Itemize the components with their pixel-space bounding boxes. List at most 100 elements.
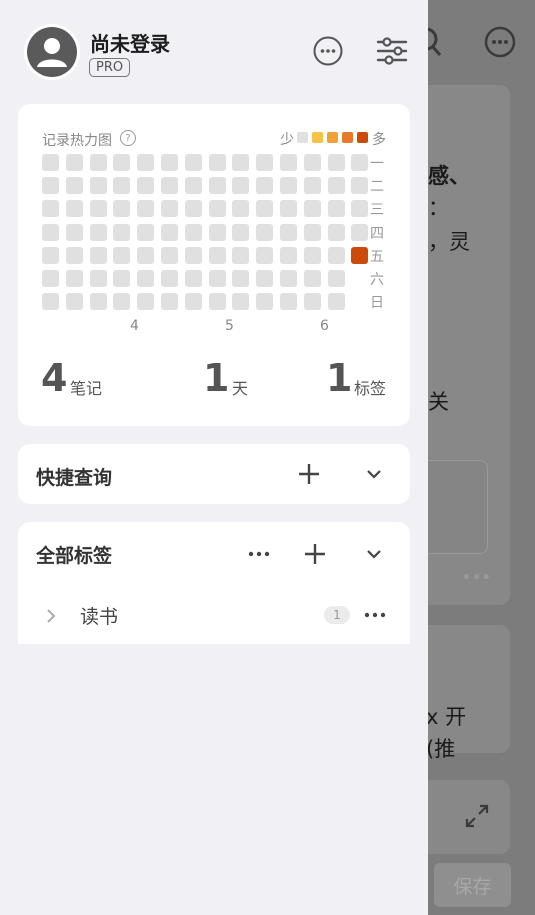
heatmap-cell[interactable] (184, 246, 202, 264)
heatmap-cell[interactable] (184, 200, 202, 218)
heatmap-cell[interactable] (137, 293, 155, 311)
heatmap-cell[interactable] (208, 293, 226, 311)
heatmap-cell[interactable] (232, 270, 250, 287)
expand-icon[interactable] (464, 803, 490, 829)
heatmap-cell[interactable] (184, 293, 202, 311)
heatmap-cell[interactable] (208, 177, 226, 195)
heatmap-cell[interactable] (184, 154, 202, 171)
heatmap-cell[interactable] (256, 177, 274, 195)
heatmap-cell[interactable] (327, 177, 345, 195)
heatmap-cell[interactable] (184, 223, 202, 241)
heatmap-cell[interactable] (113, 270, 131, 287)
heatmap-cell[interactable] (208, 154, 226, 171)
heatmap-cell[interactable] (256, 270, 274, 287)
heatmap-cell[interactable] (256, 246, 274, 264)
heatmap-cell[interactable] (113, 200, 131, 218)
heatmap-cell[interactable] (327, 293, 345, 311)
heatmap-cell[interactable] (113, 246, 131, 264)
heatmap-cell[interactable] (89, 270, 107, 287)
heatmap-cell[interactable] (65, 293, 83, 311)
heatmap-cell[interactable] (161, 246, 178, 264)
heatmap-cell[interactable] (351, 246, 369, 264)
heatmap-cell[interactable] (256, 293, 274, 311)
heatmap-cell[interactable] (232, 200, 250, 218)
heatmap-cell[interactable] (256, 200, 274, 218)
heatmap-cell[interactable] (232, 246, 250, 264)
heatmap-cell[interactable] (327, 200, 345, 218)
heatmap-cell[interactable] (184, 270, 202, 287)
add-icon[interactable] (303, 542, 327, 566)
chevron-right-icon[interactable] (46, 608, 56, 624)
heatmap-cell[interactable] (351, 200, 369, 218)
heatmap-cell[interactable] (327, 223, 345, 241)
heatmap-cell[interactable] (161, 200, 178, 218)
heatmap-cell[interactable] (65, 200, 83, 218)
heatmap-cell[interactable] (280, 270, 297, 287)
heatmap-cell[interactable] (161, 223, 178, 241)
heatmap-cell[interactable] (327, 154, 345, 171)
heatmap-cell[interactable] (351, 154, 369, 171)
heatmap-cell[interactable] (89, 293, 107, 311)
save-button[interactable]: 保存 (434, 863, 511, 907)
heatmap-cell[interactable] (42, 200, 59, 218)
heatmap-cell[interactable] (280, 200, 297, 218)
chevron-down-icon[interactable] (366, 548, 382, 560)
heatmap-cell[interactable] (161, 177, 178, 195)
heatmap-cell[interactable] (137, 270, 155, 287)
help-icon[interactable]: ? (120, 130, 136, 146)
heatmap-cell[interactable] (137, 154, 155, 171)
heatmap-cell[interactable] (208, 200, 226, 218)
heatmap-cell[interactable] (280, 177, 297, 195)
heatmap-cell[interactable] (232, 154, 250, 171)
heatmap-cell[interactable] (137, 177, 155, 195)
more-icon[interactable] (484, 26, 516, 58)
heatmap-cell[interactable] (232, 293, 250, 311)
heatmap-cell[interactable] (42, 177, 59, 195)
heatmap-cell[interactable] (65, 223, 83, 241)
heatmap-cell[interactable] (65, 154, 83, 171)
heatmap-cell[interactable] (113, 223, 131, 241)
heatmap-cell[interactable] (137, 200, 155, 218)
heatmap-cell[interactable] (113, 154, 131, 171)
heatmap-cell[interactable] (303, 246, 321, 264)
heatmap-cell[interactable] (327, 246, 345, 264)
quick-query-card[interactable]: 快捷查询 (18, 444, 410, 504)
heatmap-cell[interactable] (280, 154, 297, 171)
heatmap-cell[interactable] (42, 270, 59, 287)
tag-more-icon[interactable] (364, 611, 386, 619)
heatmap-cell[interactable] (327, 270, 345, 287)
heatmap-cell[interactable] (280, 246, 297, 264)
heatmap-cell[interactable] (184, 177, 202, 195)
heatmap-cell[interactable] (42, 154, 59, 171)
heatmap-cell[interactable] (303, 293, 321, 311)
heatmap-cell[interactable] (256, 223, 274, 241)
heatmap-cell[interactable] (137, 246, 155, 264)
heatmap-cell[interactable] (351, 223, 369, 241)
tag-label[interactable]: 读书 (80, 602, 118, 629)
heatmap-cell[interactable] (208, 270, 226, 287)
heatmap-cell[interactable] (303, 223, 321, 241)
heatmap-cell[interactable] (256, 154, 274, 171)
heatmap-cell[interactable] (280, 293, 297, 311)
heatmap-cell[interactable] (113, 177, 131, 195)
heatmap-cell[interactable] (89, 154, 107, 171)
chevron-down-icon[interactable] (366, 468, 382, 480)
add-icon[interactable] (297, 462, 321, 486)
filter-settings-icon[interactable] (376, 37, 408, 65)
heatmap-cell[interactable] (65, 246, 83, 264)
heatmap-cell[interactable] (89, 223, 107, 241)
heatmap-cell[interactable] (161, 293, 178, 311)
heatmap-cell[interactable] (137, 223, 155, 241)
avatar[interactable] (24, 24, 80, 80)
heatmap-cell[interactable] (89, 177, 107, 195)
heatmap-cell[interactable] (42, 223, 59, 241)
heatmap-cell[interactable] (208, 246, 226, 264)
tags-title[interactable]: 全部标签 (36, 541, 112, 568)
heatmap-cell[interactable] (113, 293, 131, 311)
heatmap-cell[interactable] (65, 177, 83, 195)
heatmap-cell[interactable] (89, 246, 107, 264)
heatmap-cell[interactable] (280, 223, 297, 241)
heatmap-cell[interactable] (161, 154, 178, 171)
heatmap-cell[interactable] (208, 223, 226, 241)
more-icon[interactable] (313, 36, 343, 66)
